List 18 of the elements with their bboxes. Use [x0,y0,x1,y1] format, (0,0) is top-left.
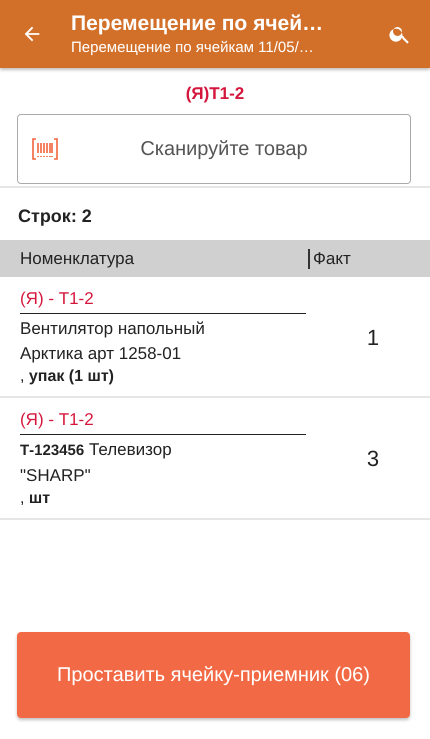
item-name: Вентилятор напольный Арктика арт 1258-01 [20,318,206,365]
item-name: Т-123456 Телевизор "SHARP" [20,439,173,487]
column-header: Номенклатура [19,248,136,268]
barcode-icon [32,138,58,160]
column-header: Факт [308,248,351,268]
item-unit: , шт [20,490,52,508]
fact-quantity: 1 [366,324,380,350]
fact-quantity: 3 [366,446,380,472]
scan-field[interactable]: Сканируйте товар [17,114,411,184]
screen-title: Перемещение по ячей… [71,12,324,36]
cell-code: (Я) - Т1-2 [20,410,306,435]
rows-count: Строк: 2 [0,186,430,237]
cell-code: (Я) - Т1-2 [20,289,306,314]
item-unit: , упак (1 шт) [20,368,115,386]
table-row[interactable]: (Я) - Т1-2 Вентилятор напольный Арктика арт 1258-01 , упак (1 шт) 1 [0,277,430,398]
cell-label: (Я)Т1-2 [184,84,246,104]
screen-subtitle: Перемещение по ячейкам 11/05/… [71,39,315,56]
table-row[interactable]: (Я) - Т1-2 Т-123456 Телевизор "SHARP" , шт 3 [0,398,430,520]
